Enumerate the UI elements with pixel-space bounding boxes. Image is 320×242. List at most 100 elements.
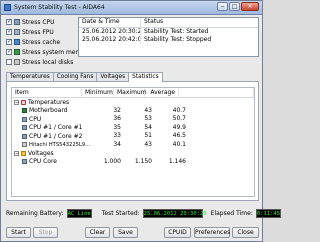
statistics-header: Item Minimum Maximum Average: [12, 88, 254, 98]
tab-statistics[interactable]: Statistics: [128, 72, 163, 82]
stress-disks-option[interactable]: Stress local disks: [6, 57, 76, 67]
fpu-icon: [14, 29, 20, 35]
window-controls: ‒ □ ✕: [217, 2, 259, 11]
col-item[interactable]: Item: [12, 88, 82, 97]
row-avg: 1.146: [168, 157, 186, 165]
cpu-icon: [22, 125, 27, 131]
row-min: 34: [113, 140, 121, 148]
statistics-panel: Item Minimum Maximum Average − Temperatu…: [6, 81, 259, 201]
stress-cache-label: Stress cache: [22, 38, 61, 46]
table-row[interactable]: CPU #1 / Core #1 35 54 49.9: [12, 124, 254, 133]
stress-memory-option[interactable]: Stress system memory: [6, 47, 91, 57]
table-row[interactable]: CPU 36 53 50.7: [12, 115, 254, 124]
log-row[interactable]: 25.06.2012 20:42:05 Stability Test: Stop…: [79, 36, 258, 44]
battery-label: Remaining Battery:: [6, 210, 64, 217]
stress-cache-checkbox[interactable]: [6, 38, 12, 45]
battery-value: AC Line: [66, 209, 92, 218]
row-item: CPU: [12, 116, 92, 123]
log-status: Stability Test: Started: [144, 28, 209, 35]
stop-button[interactable]: Stop: [33, 227, 58, 238]
stress-cpu-checkbox[interactable]: [6, 18, 12, 25]
preferences-button[interactable]: Preferences: [194, 227, 230, 238]
stress-fpu-option[interactable]: Stress FPU: [6, 27, 76, 37]
row-min: 1.000: [103, 157, 121, 165]
row-item-label: CPU #1 / Core #2: [29, 132, 83, 140]
row-item: CPU Core: [12, 158, 92, 165]
log-col-datetime[interactable]: Date & Time: [79, 18, 141, 27]
row-item: Motherboard: [12, 107, 92, 114]
tab-cooling-fans[interactable]: Cooling Fans: [52, 72, 98, 81]
tab-temperatures[interactable]: Temperatures: [6, 72, 54, 81]
table-row[interactable]: Motherboard 32 43 40.7: [12, 107, 254, 116]
group-label: Temperatures: [28, 98, 70, 106]
group-temperatures[interactable]: − Temperatures: [12, 98, 254, 107]
group-label: Voltages: [28, 149, 54, 157]
col-minimum[interactable]: Minimum: [82, 88, 114, 97]
cpu-icon: [22, 116, 27, 122]
log-row[interactable]: 25.06.2012 20:30:20 Stability Test: Star…: [79, 28, 258, 36]
app-window: System Stability Test - AIDA64 ‒ □ ✕ Str…: [0, 0, 282, 242]
stress-disks-label: Stress local disks: [22, 58, 74, 66]
title-bar[interactable]: System Stability Test - AIDA64 ‒ □ ✕: [1, 1, 262, 15]
thermometer-icon: [21, 99, 26, 105]
row-avg: 50.7: [172, 115, 186, 123]
collapse-icon[interactable]: −: [14, 150, 19, 156]
memory-icon: [14, 49, 20, 55]
row-item-label: CPU: [29, 115, 42, 123]
button-bar: Start Stop Clear Save CPUID Preferences …: [6, 227, 259, 239]
hard-disk-icon: [22, 142, 27, 148]
log-datetime: 25.06.2012 20:42:05: [79, 36, 141, 44]
cpu-icon: [14, 19, 20, 25]
save-button[interactable]: Save: [113, 227, 138, 238]
event-log[interactable]: Date & Time Status 25.06.2012 20:30:20 S…: [78, 17, 259, 57]
row-item: CPU #1 / Core #1: [12, 124, 92, 131]
row-item-label: CPU Core: [29, 158, 57, 166]
cpu-icon: [22, 133, 27, 139]
close-button[interactable]: Close: [232, 227, 259, 238]
table-row[interactable]: Hitachi HTS543225L9... 34 43 40.1: [12, 141, 254, 150]
clear-button[interactable]: Clear: [85, 227, 110, 238]
lightning-icon: [21, 150, 26, 156]
stress-disks-checkbox[interactable]: [6, 59, 12, 65]
stress-options: Stress CPU Stress FPU Stress cache Stres…: [6, 17, 91, 67]
row-item-label: CPU #1 / Core #1: [29, 124, 83, 132]
col-maximum[interactable]: Maximum: [114, 88, 147, 97]
row-max: 54: [144, 123, 152, 131]
row-max: 43: [144, 106, 152, 114]
stress-cache-option[interactable]: Stress cache: [6, 37, 76, 47]
collapse-icon[interactable]: −: [14, 99, 19, 105]
stress-memory-checkbox[interactable]: [6, 48, 12, 55]
table-row[interactable]: CPU #1 / Core #2 33 51 46.5: [12, 132, 254, 141]
cache-icon: [14, 39, 20, 45]
col-spacer: [179, 88, 254, 97]
motherboard-icon: [22, 108, 27, 114]
window-title: System Stability Test - AIDA64: [14, 4, 105, 11]
elapsed-time-value: 0:11:45: [255, 209, 282, 218]
minimize-button[interactable]: ‒: [217, 2, 228, 11]
elapsed-time-label: Elapsed Time:: [210, 210, 253, 217]
statistics-table[interactable]: Item Minimum Maximum Average − Temperatu…: [11, 87, 255, 197]
group-voltages[interactable]: − Voltages: [12, 149, 254, 158]
start-button[interactable]: Start: [6, 227, 31, 238]
stress-fpu-checkbox[interactable]: [6, 28, 12, 35]
row-max: 43: [144, 140, 152, 148]
disk-icon: [14, 59, 20, 65]
row-max: 53: [144, 115, 152, 123]
log-status: Stability Test: Stopped: [144, 36, 212, 43]
cpuid-button[interactable]: CPUID: [164, 227, 191, 238]
row-item: CPU #1 / Core #2: [12, 133, 92, 140]
col-average[interactable]: Average: [145, 88, 179, 97]
row-item-label: Motherboard: [29, 107, 68, 115]
log-header: Date & Time Status: [79, 18, 258, 28]
maximize-button[interactable]: □: [229, 2, 240, 11]
table-row[interactable]: CPU Core 1.000 1.150 1.146: [12, 158, 254, 167]
row-min: 36: [113, 115, 121, 123]
stress-cpu-option[interactable]: Stress CPU: [6, 17, 76, 27]
row-min: 33: [113, 132, 121, 140]
row-item-label: Hitachi HTS543225L9...: [29, 141, 91, 148]
tab-voltages[interactable]: Voltages: [96, 72, 130, 81]
status-bar: Remaining Battery: AC Line Test Started:…: [6, 208, 282, 219]
stress-cpu-label: Stress CPU: [22, 18, 55, 26]
log-col-status[interactable]: Status: [141, 18, 258, 27]
close-window-button[interactable]: ✕: [241, 2, 259, 11]
